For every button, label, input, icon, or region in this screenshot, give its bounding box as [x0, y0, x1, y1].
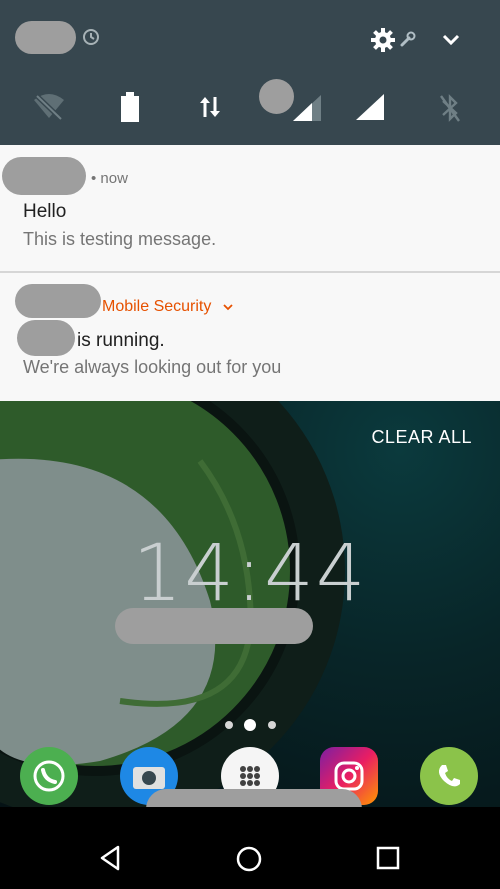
chevron-down-icon[interactable]	[438, 28, 464, 52]
page-dot	[268, 721, 276, 729]
notification-card-security[interactable]: Mobile Security is running. We're always…	[0, 273, 500, 401]
signal-strength-icon[interactable]	[354, 92, 386, 122]
cellular-signal-icon[interactable]	[292, 94, 322, 122]
redacted-app-icon	[15, 284, 101, 318]
quick-settings-panel	[0, 0, 500, 145]
notification-title: is running.	[77, 330, 165, 351]
notification-title: Hello	[23, 201, 67, 222]
back-icon[interactable]	[98, 845, 128, 875]
redacted-date	[115, 608, 313, 644]
notification-text: We're always looking out for you	[23, 357, 282, 377]
clear-all-button[interactable]: CLEAR ALL	[371, 427, 472, 448]
page-dot-active	[244, 719, 256, 731]
lock-clock: 14:44	[132, 529, 368, 619]
home-icon[interactable]	[235, 845, 265, 875]
redacted-sim-indicator	[259, 79, 294, 114]
notification-time: • now	[91, 170, 128, 187]
phone-icon[interactable]	[420, 747, 478, 805]
notification-text: This is testing message.	[23, 229, 217, 249]
expand-chevron-icon[interactable]	[222, 300, 236, 314]
whatsapp-icon[interactable]	[20, 747, 78, 805]
battery-icon[interactable]	[118, 90, 142, 124]
page-dot	[225, 721, 233, 729]
recents-icon[interactable]	[375, 845, 405, 875]
redacted-app-title	[17, 320, 75, 356]
redacted-time	[15, 21, 76, 54]
notification-app-name: Mobile Security	[102, 298, 212, 315]
lock-screen: CLEAR ALL 14:44	[0, 401, 500, 889]
redacted-app-name	[2, 157, 86, 195]
settings-icon[interactable]	[368, 25, 398, 55]
wifi-off-icon[interactable]	[32, 92, 66, 122]
navigation-bar	[0, 807, 500, 889]
data-transfer-icon[interactable]	[196, 92, 224, 122]
wrench-icon	[398, 28, 418, 50]
notification-card-message[interactable]: • now Hello This is testing message.	[0, 145, 500, 271]
bluetooth-off-icon[interactable]	[438, 92, 462, 124]
alarm-icon	[80, 25, 102, 47]
